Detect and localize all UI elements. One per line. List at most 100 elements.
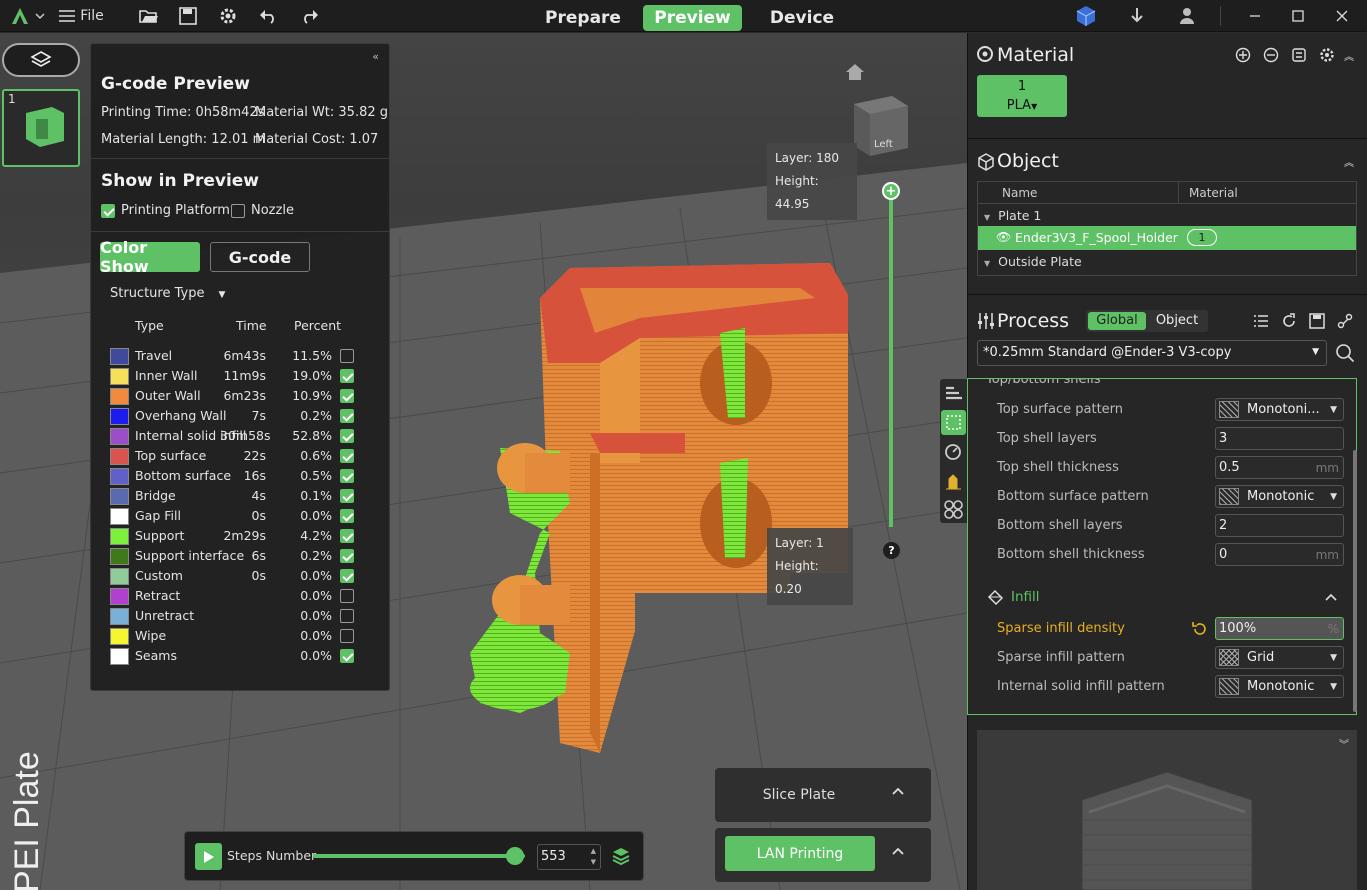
- layer-slider-track[interactable]: [889, 193, 893, 527]
- top-shell-thickness-input[interactable]: 0.5 mm: [1215, 456, 1344, 479]
- structure-visibility-checkbox[interactable]: [340, 509, 354, 523]
- open-button[interactable]: [136, 0, 162, 32]
- gcode-button[interactable]: G-code: [210, 242, 310, 272]
- slice-plate-button[interactable]: Slice Plate: [725, 776, 873, 814]
- nozzle-checkbox[interactable]: [231, 204, 245, 218]
- expand-preview-icon[interactable]: ︾: [1339, 736, 1349, 751]
- color-swatch[interactable]: [110, 368, 129, 385]
- filament-settings-button[interactable]: [1318, 46, 1336, 64]
- add-filament-button[interactable]: [1234, 46, 1252, 64]
- line-type-button[interactable]: [941, 410, 966, 435]
- color-swatch[interactable]: [110, 628, 129, 645]
- save-process-button[interactable]: [1308, 312, 1326, 330]
- support-view-button[interactable]: [943, 471, 964, 492]
- process-preset-select[interactable]: *0.25mm Standard @Ender-3 V3-copy ▼: [977, 340, 1327, 366]
- color-swatch[interactable]: [110, 608, 129, 625]
- eye-icon[interactable]: 👁: [996, 230, 1011, 244]
- app-logo-menu[interactable]: [6, 0, 50, 32]
- help-icon[interactable]: ?: [883, 542, 900, 559]
- steps-layers-button[interactable]: [611, 846, 631, 866]
- minimize-button[interactable]: [1242, 0, 1268, 32]
- color-swatch[interactable]: [110, 648, 129, 665]
- bottom-surface-pattern-select[interactable]: Monotonic ▼: [1215, 485, 1344, 508]
- sparse-infill-pattern-select[interactable]: Grid ▼: [1215, 646, 1344, 669]
- object-row-selected[interactable]: 👁 Ender3V3_F_Spool_Holder 1: [978, 226, 1356, 250]
- structure-visibility-checkbox[interactable]: [340, 449, 354, 463]
- internal-solid-infill-pattern-select[interactable]: Monotonic ▼: [1215, 675, 1344, 698]
- layer-slider-top-handle[interactable]: +: [882, 182, 900, 200]
- close-button[interactable]: [1329, 0, 1355, 32]
- arrange-view-button[interactable]: [943, 499, 964, 520]
- color-swatch[interactable]: [110, 388, 129, 405]
- color-swatch[interactable]: [110, 568, 129, 585]
- collapse-object-icon[interactable]: ︽: [1342, 152, 1356, 170]
- object-material-badge[interactable]: 1: [1187, 229, 1217, 246]
- plate-thumbnail[interactable]: 1: [2, 89, 80, 167]
- structure-visibility-checkbox[interactable]: [340, 389, 354, 403]
- file-menu[interactable]: File: [56, 0, 106, 32]
- tab-preview[interactable]: Preview: [643, 5, 742, 31]
- bottom-shell-thickness-input[interactable]: 0 mm: [1215, 543, 1344, 566]
- print-expand-button[interactable]: [891, 845, 913, 863]
- steps-slider[interactable]: [313, 847, 525, 865]
- color-swatch[interactable]: [110, 448, 129, 465]
- remove-filament-button[interactable]: [1262, 46, 1280, 64]
- global-toggle[interactable]: Global: [1088, 312, 1146, 330]
- settings-scrollbar[interactable]: [1353, 450, 1357, 712]
- bottom-shell-layers-input[interactable]: 2: [1215, 514, 1344, 537]
- speed-view-button[interactable]: [943, 441, 964, 462]
- structure-visibility-checkbox[interactable]: [340, 569, 354, 583]
- structure-visibility-checkbox[interactable]: [340, 529, 354, 543]
- view-cube[interactable]: Left: [852, 96, 910, 156]
- structure-visibility-checkbox[interactable]: [340, 549, 354, 563]
- save-button[interactable]: [175, 0, 201, 32]
- steps-number-input[interactable]: 553 ▲ ▼: [537, 844, 601, 870]
- structure-visibility-checkbox[interactable]: [340, 429, 354, 443]
- color-swatch[interactable]: [110, 408, 129, 425]
- top-surface-pattern-select[interactable]: Monotoni... ▼: [1215, 398, 1344, 421]
- structure-visibility-checkbox[interactable]: [340, 649, 354, 663]
- account-button[interactable]: [1174, 0, 1200, 32]
- structure-visibility-checkbox[interactable]: [340, 609, 354, 623]
- maximize-button[interactable]: [1285, 0, 1311, 32]
- object-toggle[interactable]: Object: [1148, 312, 1206, 330]
- play-button[interactable]: [195, 843, 222, 870]
- structure-visibility-checkbox[interactable]: [340, 409, 354, 423]
- spin-arrows-icon[interactable]: ▲ ▼: [591, 846, 596, 868]
- settings-button[interactable]: [215, 0, 241, 32]
- structure-visibility-checkbox[interactable]: [340, 469, 354, 483]
- collapse-panel-icon[interactable]: «: [372, 50, 379, 63]
- download-button[interactable]: [1124, 0, 1150, 32]
- color-swatch[interactable]: [110, 468, 129, 485]
- steps-slider-handle[interactable]: [506, 847, 524, 865]
- color-swatch[interactable]: [110, 528, 129, 545]
- model-store-button[interactable]: [1073, 0, 1099, 32]
- color-swatch[interactable]: [110, 508, 129, 525]
- sparse-infill-density-input[interactable]: 100%%: [1215, 617, 1344, 640]
- slice-expand-button[interactable]: [891, 785, 913, 803]
- search-settings-button[interactable]: [1335, 343, 1355, 363]
- color-swatch[interactable]: [110, 588, 129, 605]
- list-view-button[interactable]: [1252, 312, 1270, 330]
- color-swatch[interactable]: [110, 488, 129, 505]
- layer-view-button[interactable]: [943, 383, 964, 404]
- home-view-button[interactable]: [844, 62, 868, 82]
- color-swatch[interactable]: [110, 428, 129, 445]
- tab-prepare[interactable]: Prepare: [542, 5, 624, 31]
- plate-1-row[interactable]: ▼ Plate 1: [984, 208, 1041, 223]
- structure-visibility-checkbox[interactable]: [340, 489, 354, 503]
- sync-filament-button[interactable]: [1290, 46, 1308, 64]
- redo-button[interactable]: [296, 0, 322, 32]
- structure-visibility-checkbox[interactable]: [340, 629, 354, 643]
- lan-printing-button[interactable]: LAN Printing: [725, 836, 875, 871]
- color-swatch[interactable]: [110, 348, 129, 365]
- structure-visibility-checkbox[interactable]: [340, 369, 354, 383]
- printing-platform-checkbox[interactable]: [101, 204, 115, 218]
- color-show-button[interactable]: Color Show: [100, 238, 200, 276]
- structure-visibility-checkbox[interactable]: [340, 349, 354, 363]
- tab-device[interactable]: Device: [762, 5, 842, 31]
- collapse-infill-button[interactable]: [1323, 590, 1339, 604]
- reset-value-button[interactable]: [1191, 620, 1209, 638]
- undo-button[interactable]: [256, 0, 282, 32]
- compare-process-button[interactable]: [1336, 312, 1354, 330]
